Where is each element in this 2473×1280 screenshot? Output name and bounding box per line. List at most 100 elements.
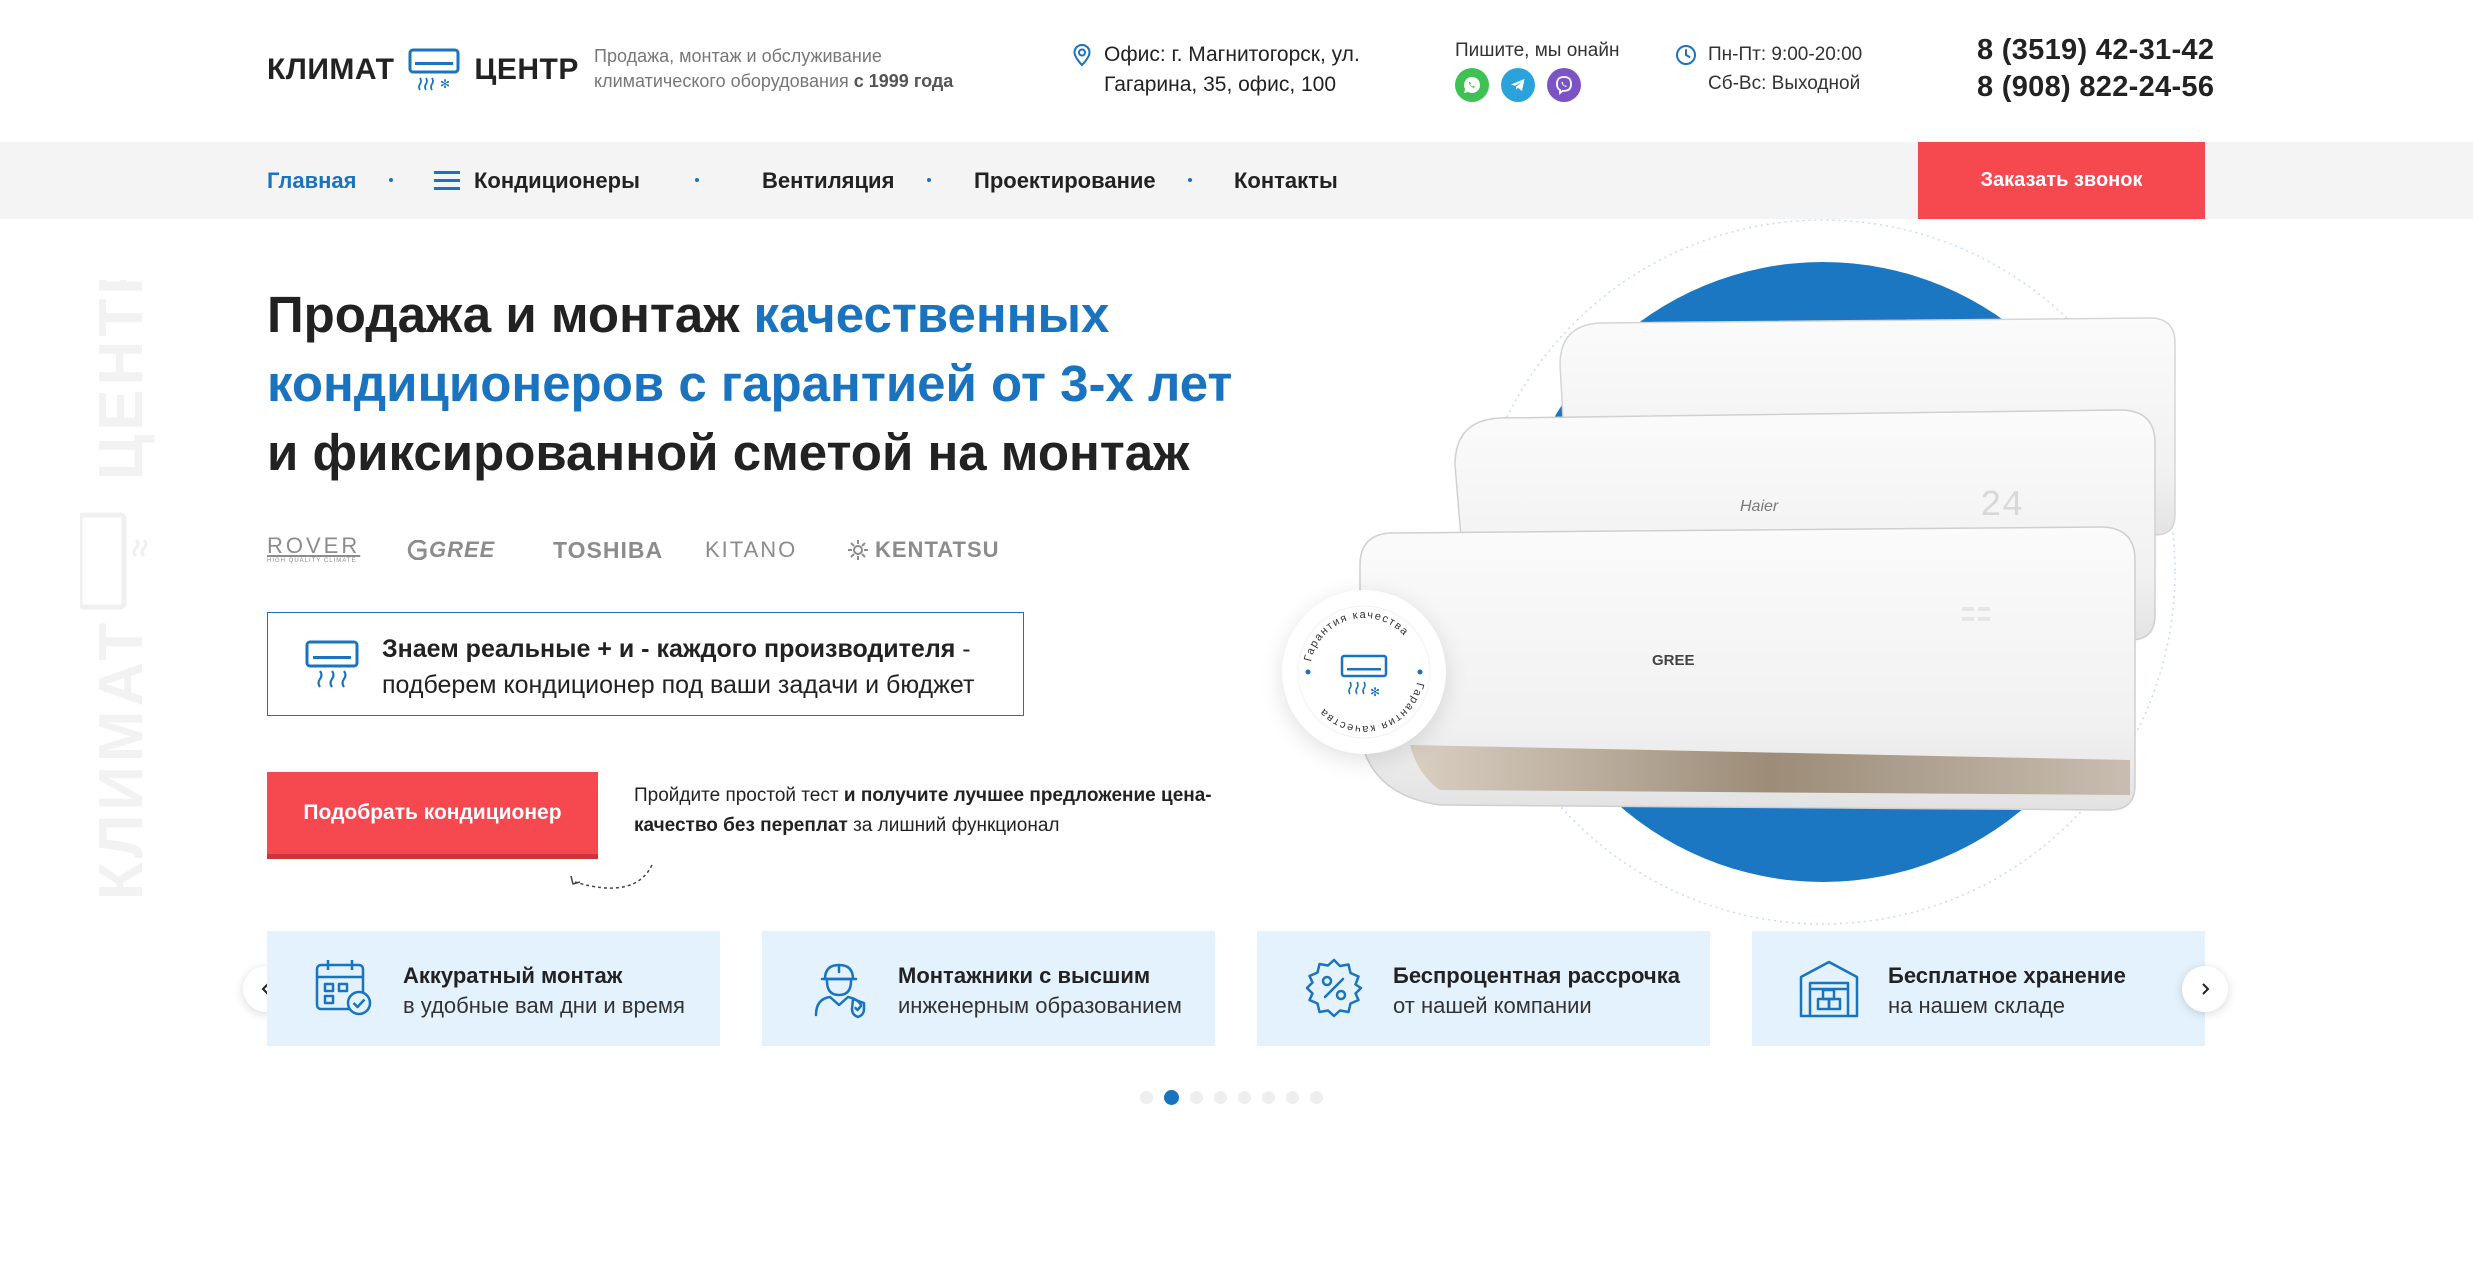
gree-brand-text: GREE	[1652, 652, 1695, 669]
logo[interactable]: КЛИМАТ ✻ ЦЕНТР	[267, 48, 579, 92]
info-line-2: подберем кондиционер под ваши задачи и б…	[382, 671, 975, 699]
address-line-2: Гагарина, 35, офис, 100	[1104, 73, 1337, 96]
svg-text:✻: ✻	[1370, 685, 1380, 699]
curved-arrow-icon	[570, 864, 653, 889]
tagline-line-1: Продажа, монтаж и обслуживание	[594, 46, 882, 66]
kentatsu-mark-icon	[848, 540, 868, 560]
slider-dot[interactable]	[1190, 1091, 1203, 1104]
brand-rover-subtext: HIGH QUALITY CLIMATE	[267, 558, 357, 564]
feature-card: Монтажники с высшим инженерным образован…	[762, 931, 1215, 1046]
ac-display: 24	[1980, 485, 2023, 526]
feature-subtitle: от нашей компании	[1393, 993, 1592, 1018]
slider-dot[interactable]	[1310, 1091, 1323, 1104]
hero-title-line-3: и фиксированной сметой на монтаж	[267, 424, 1190, 481]
brand-kitano-logo: KITANO	[705, 537, 798, 562]
slider-dot[interactable]	[1262, 1091, 1275, 1104]
watermark-word-1: КЛИМАТ	[87, 619, 156, 900]
logo-word-left: КЛИМАТ	[267, 53, 395, 86]
tagline-text: климатического оборудования	[594, 71, 854, 91]
ac-unit-icon	[305, 640, 359, 688]
quality-guarantee-badge: Гарантия качества Гарантия качества ✻	[1282, 590, 1446, 754]
hero-title-line-1: Продажа и монтаж качественных	[267, 280, 1267, 349]
messengers-label: Пишите, мы онайн	[1455, 40, 1620, 61]
slider-dot[interactable]	[1214, 1091, 1227, 1104]
messenger-icons	[1455, 68, 1619, 102]
hero-title-text: Продажа и монтаж	[267, 286, 754, 343]
feature-subtitle: в удобные вам дни и время	[403, 993, 685, 1018]
manufacturer-info-box: Знаем реальные + и - каждого производите…	[267, 612, 1024, 716]
slider-dot[interactable]	[1286, 1091, 1299, 1104]
svg-text:✻: ✻	[440, 77, 450, 91]
nav-item-air-conditioners[interactable]: Кондиционеры	[434, 142, 640, 219]
telegram-icon[interactable]	[1501, 68, 1535, 102]
slider-next-button[interactable]	[2182, 966, 2228, 1012]
location-pin-icon	[1073, 43, 1091, 67]
hours-weekend: Сб-Вс: Выходной	[1708, 73, 1861, 94]
feature-card: Беспроцентная рассрочка от нашей компани…	[1257, 931, 1710, 1046]
info-dash: -	[955, 635, 971, 663]
info-line-1: Знаем реальные + и - каждого производите…	[382, 631, 974, 667]
warehouse-icon	[1799, 960, 1859, 1018]
clock-icon	[1676, 45, 1696, 65]
slider-dot[interactable]	[1140, 1091, 1153, 1104]
phone-1[interactable]: 8 (3519) 42-31-42	[1977, 32, 2214, 69]
badge-arc-text-1: Гарантия качества	[1302, 609, 1410, 663]
menu-burger-icon	[434, 171, 460, 190]
feature-card: Аккуратный монтаж в удобные вам дни и вр…	[267, 931, 720, 1046]
calendar-icon	[315, 960, 372, 1016]
order-call-button[interactable]: Заказать звонок	[1918, 142, 2205, 219]
chevron-right-icon	[2202, 983, 2210, 995]
nav-separator	[1188, 178, 1192, 182]
brand-logos: ROVER HIGH QUALITY CLIMATE GREE TOSHIBA …	[267, 530, 1027, 570]
hero-title-line-2: кондиционеров с гарантией от 3-х лет	[267, 355, 1233, 412]
feature-title: Бесплатное хранение	[1888, 963, 2126, 988]
brand-rover-logo: ROVER HIGH QUALITY CLIMATE	[267, 530, 360, 570]
percent-badge-icon	[1305, 958, 1363, 1018]
slider-dot[interactable]	[1164, 1090, 1179, 1105]
ac-unit-front: GREE	[1359, 526, 2136, 811]
slider-pagination	[1140, 1090, 1323, 1105]
nav-item-design[interactable]: Проектирование	[974, 142, 1156, 219]
nav-separator	[695, 178, 699, 182]
brand-kentatsu-logo: KENTATSU	[847, 530, 1000, 570]
brand-gree-logo: GREE	[405, 530, 495, 570]
slider-dot[interactable]	[1238, 1091, 1251, 1104]
feature-subtitle: на нашем складе	[1888, 993, 2066, 1018]
select-conditioner-button[interactable]: Подобрать кондиционер	[267, 772, 598, 854]
hero-title: Продажа и монтаж качественных кондиционе…	[267, 280, 1267, 487]
whatsapp-icon[interactable]	[1455, 68, 1489, 102]
feature-title: Аккуратный монтаж	[403, 963, 623, 988]
address-line-1: Офис: г. Магнитогорск, ул.	[1104, 43, 1360, 66]
messengers-block: Пишите, мы онайн	[1455, 38, 1619, 102]
gree-mark-icon	[407, 540, 427, 560]
brand-gree-text: GREE	[429, 537, 496, 562]
feature-title: Беспроцентная рассрочка	[1393, 963, 1680, 988]
feature-subtitle: инженерным образованием	[898, 993, 1182, 1018]
quiz-text-2: за лишний функционал	[847, 815, 1060, 836]
info-bold-text: Знаем реальные + и - каждого производите…	[382, 635, 956, 663]
feature-title: Монтажники с высшим	[898, 963, 1151, 988]
brand-rover-text: ROVER	[267, 533, 361, 558]
nav-item-label: Кондиционеры	[474, 167, 640, 193]
svg-text:Гарантия качества: Гарантия качества	[1302, 609, 1411, 663]
office-address: Офис: г. Магнитогорск, ул. Гагарина, 35,…	[1104, 40, 1404, 100]
quality-seal-icon: Гарантия качества Гарантия качества ✻	[1297, 605, 1431, 739]
brand-toshiba-logo: TOSHIBA	[553, 536, 664, 563]
phone-2[interactable]: 8 (908) 822-24-56	[1977, 69, 2214, 106]
viber-icon[interactable]	[1547, 68, 1581, 102]
working-hours: Пн-Пт: 9:00-20:00 Сб-Вс: Выходной	[1708, 40, 1862, 98]
nav-separator	[927, 178, 931, 182]
nav-item-home[interactable]: Главная	[267, 142, 356, 219]
vertical-watermark-logo: КЛИМАТ ЦЕНТР	[80, 280, 156, 900]
company-tagline: Продажа, монтаж и обслуживание климатиче…	[594, 44, 994, 94]
hero-title-accent: качественных	[753, 286, 1110, 343]
site-header: КЛИМАТ ✻ ЦЕНТР Продажа, монтаж и обслужи…	[0, 0, 2473, 142]
watermark-word-2: ЦЕНТР	[87, 280, 156, 480]
haier-brand-text: Haier	[1740, 498, 1779, 515]
quiz-description: Пройдите простой тест и получите лучшее …	[634, 781, 1234, 841]
nav-item-contacts[interactable]: Контакты	[1234, 142, 1338, 219]
logo-word-right: ЦЕНТР	[474, 53, 579, 86]
tagline-line-2: климатического оборудования с 1999 года	[594, 69, 994, 94]
hours-weekdays: Пн-Пт: 9:00-20:00	[1708, 44, 1863, 65]
nav-item-ventilation[interactable]: Вентиляция	[762, 142, 894, 219]
